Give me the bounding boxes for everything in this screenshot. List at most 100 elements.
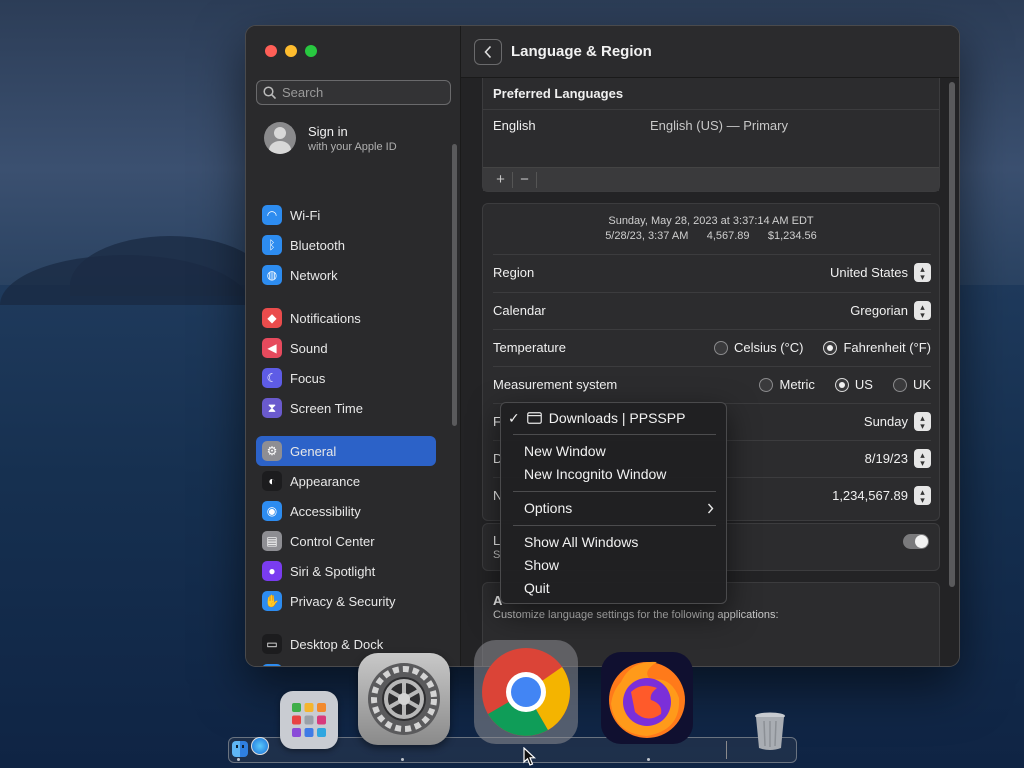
remove-language-button[interactable]: − [513,171,537,188]
format-sample-values: 5/28/23, 3:37 AM 4,567.89 $1,234.56 [605,230,817,242]
zoom-button[interactable] [305,45,317,57]
dock-context-menu: ✓ Downloads | PPSSPP New Window New Inco… [500,402,727,604]
mouse-cursor-icon [523,747,536,766]
add-language-button[interactable]: + [489,171,513,188]
sidebar-item-network[interactable]: ◍ Network [256,260,436,290]
sidebar-item-notifications[interactable]: ◆ Notifications [256,303,436,333]
sidebar-item-label: Screen Time [290,400,363,416]
language-detail: English (US) — Primary [650,118,788,133]
gear-icon: ⚙ [262,441,282,461]
metric-radio[interactable]: Metric [759,377,815,392]
apple-id-signin[interactable]: Sign in with your Apple ID [264,122,397,154]
updown-chevron-icon: ▴ ▾ [914,412,931,431]
menu-item-quit[interactable]: Quit [524,578,714,598]
fahrenheit-radio[interactable]: Fahrenheit (°F) [823,340,931,355]
us-radio[interactable]: US [834,377,873,392]
trash-dock-icon[interactable] [753,711,787,751]
menu-item-show[interactable]: Show [524,555,714,575]
temperature-row: Temperature Celsius (°C) Fahrenheit (°F) [493,329,931,365]
minimize-button[interactable] [285,45,297,57]
sidebar-item-siri-spotlight[interactable]: ● Siri & Spotlight [256,556,436,586]
dock-separator [726,741,727,759]
preferred-languages-panel: Preferred Languages English English (US)… [482,78,940,192]
chrome-dock-icon[interactable] [474,640,578,744]
sidebar-item-control-center[interactable]: ▤ Control Center [256,526,436,556]
number-format-value: 1,234,567.89 [832,488,908,503]
launchpad-dock-icon[interactable] [280,691,338,749]
search-field[interactable] [256,80,451,105]
sidebar-item-label: Bluetooth [290,237,345,253]
wifi-icon: ◠ [262,205,282,225]
measurement-row: Measurement system Metric US UK [493,366,931,402]
sidebar-item-accessibility[interactable]: ◉ Accessibility [256,496,436,526]
signin-subtitle: with your Apple ID [308,140,397,153]
calendar-popup[interactable]: Gregorian ▴ ▾ [850,301,931,320]
radio-indicator-selected [834,377,849,392]
close-button[interactable] [265,45,277,57]
fahrenheit-label: Fahrenheit (°F) [843,340,931,355]
sidebar: Sign in with your Apple ID ◠ Wi-Fi ᛒ Blueto… [246,26,461,666]
options-label: Options [524,500,573,516]
date-format-value: 8/19/23 [864,451,908,466]
running-indicator [237,758,240,761]
updown-chevron-icon: ▴ ▾ [914,263,931,282]
first-day-popup[interactable]: Sunday ▴ ▾ [864,412,931,431]
moon-icon: ☾ [262,368,282,388]
measurement-label: Measurement system [493,377,618,392]
preferred-languages-heading: Preferred Languages [493,86,624,101]
sidebar-item-sound[interactable]: ◀ Sound [256,333,436,363]
sidebar-item-privacy-security[interactable]: ✋ Privacy & Security [256,586,436,616]
sidebar-item-wi-fi[interactable]: ◠ Wi-Fi [256,200,436,230]
celsius-radio[interactable]: Celsius (°C) [713,340,804,355]
window-item-label: Downloads | PPSSPP [548,410,686,426]
first-day-value: Sunday [863,414,908,429]
control-center-icon: ▤ [262,531,282,551]
running-indicator [401,758,404,761]
sidebar-item-label: Focus [290,370,326,386]
sidebar-item-appearance[interactable]: ◐ Appearance [256,466,436,496]
sidebar-item-label: Sound [290,340,328,356]
menu-item-options[interactable]: Options [524,498,714,518]
menu-item-new-window[interactable]: New Window [524,441,714,461]
sidebar-item-bluetooth[interactable]: ᛒ Bluetooth [256,230,436,260]
language-row[interactable]: English English (US) — Primary [483,109,939,167]
signin-title: Sign in [308,123,348,139]
language-list-footer: + − [483,167,939,191]
bell-icon: ◆ [262,308,282,328]
menu-item-show-all-windows[interactable]: Show All Windows [524,532,714,552]
celsius-label: Celsius (°C) [733,340,804,355]
content-scrollbar[interactable] [949,82,955,587]
region-row: Region United States ▴ ▾ [493,254,931,290]
search-input[interactable] [282,85,442,100]
menu-separator [513,434,716,435]
sidebar-item-label: Desktop & Dock [290,636,384,652]
sidebar-scrollbar[interactable] [452,144,457,426]
sun-icon: ☀ [262,664,282,666]
finder-dock-icon[interactable] [232,741,248,757]
hourglass-icon: ⧗ [262,398,282,418]
updown-chevron-icon: ▴ ▾ [914,301,931,320]
sidebar-item-label: Privacy & Security [290,593,396,609]
number-format-popup[interactable]: 1,234,567.89 ▴ ▾ [832,486,931,505]
sidebar-item-focus[interactable]: ☾ Focus [256,363,436,393]
chrome-icon [482,648,570,736]
live-text-toggle[interactable] [903,534,929,549]
bluetooth-icon: ᛒ [262,235,282,255]
sidebar-item-general[interactable]: ⚙ General [256,436,436,466]
firefox-dock-icon[interactable] [601,652,693,744]
menu-item-new-incognito[interactable]: New Incognito Window [524,464,714,484]
safari-dock-icon[interactable] [251,737,269,755]
metric-label: Metric [779,377,815,392]
back-button[interactable] [474,39,502,65]
calendar-row: Calendar Gregorian ▴ ▾ [493,292,931,328]
date-format-popup[interactable]: 8/19/23 ▴ ▾ [865,449,931,468]
radio-indicator-selected [823,340,838,355]
sidebar-item-label: Appearance [290,473,361,489]
uk-radio[interactable]: UK [892,377,931,392]
trash-icon [755,712,785,750]
menu-item-window[interactable]: ✓ Downloads | PPSSPP [508,408,698,428]
gear-icon [368,663,440,735]
sidebar-item-screen-time[interactable]: ⧗ Screen Time [256,393,436,423]
region-popup[interactable]: United States ▴ ▾ [830,263,931,282]
system-settings-dock-icon[interactable] [358,653,450,745]
